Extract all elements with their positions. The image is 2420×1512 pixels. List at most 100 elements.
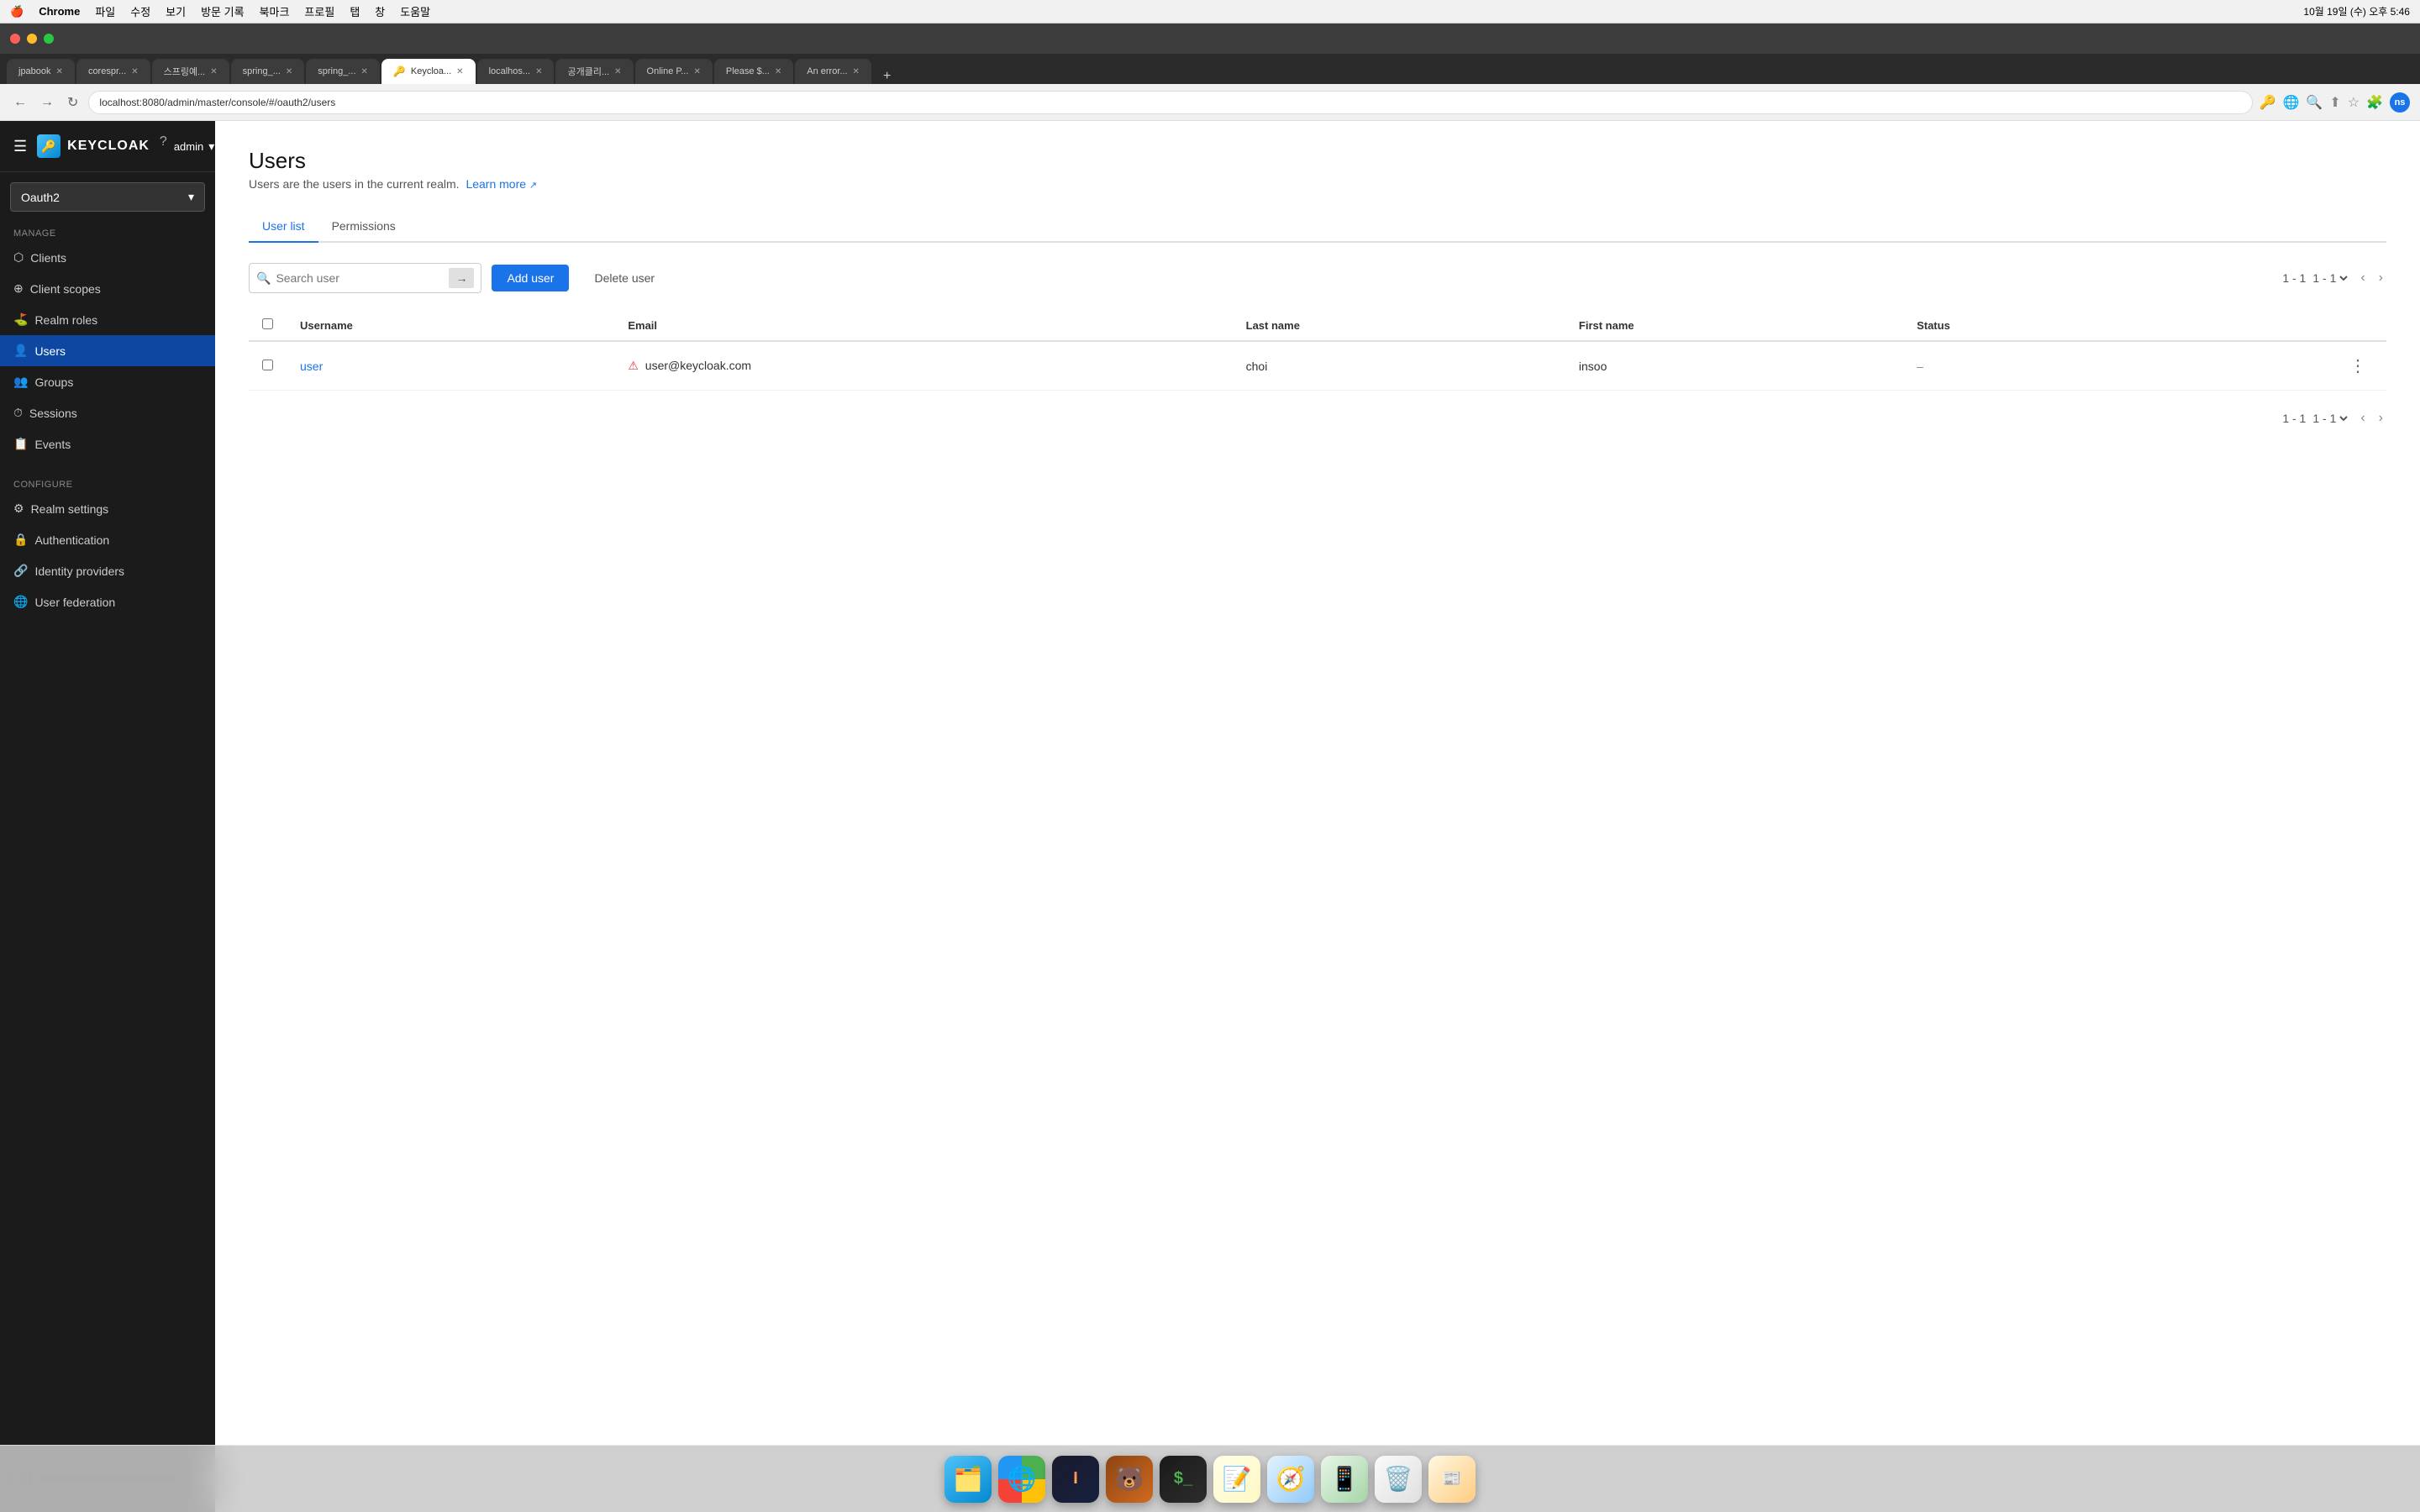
share-icon[interactable]: ⬆ [2329,94,2340,111]
back-button[interactable]: ← [10,92,30,113]
dock-item-finder[interactable]: 🗂️ [944,1456,992,1503]
tab-corespri[interactable]: corespr... ✕ [76,59,150,84]
hamburger-button[interactable]: ☰ [13,138,27,155]
tab-close-icon[interactable]: ✕ [535,67,542,76]
search-go-button[interactable]: → [449,268,474,288]
tab-spring3[interactable]: spring_... ✕ [306,59,380,84]
add-user-button[interactable]: Add user [492,265,569,291]
delete-user-button[interactable]: Delete user [579,265,670,291]
help-icon[interactable]: ? [160,134,167,158]
close-button[interactable] [10,34,20,44]
tab-close-icon[interactable]: ✕ [853,67,860,76]
app-name[interactable]: Chrome [39,5,80,18]
tab-public[interactable]: 공개클리... ✕ [555,59,633,84]
realm-selector[interactable]: Oauth2 ▾ [10,182,205,212]
search-icon[interactable]: 🔍 [2306,94,2323,111]
sidebar-item-sessions[interactable]: ⏱ Sessions [0,397,215,428]
dock-item-notes[interactable]: 📝 [1213,1456,1260,1503]
tab-keycloak[interactable]: 🔑 Keycloa... ✕ [381,59,476,84]
menu-file[interactable]: 파일 [95,3,115,19]
tab-label: spring_... [318,66,355,76]
menu-view[interactable]: 보기 [166,3,186,19]
identity-providers-icon: 🔗 [13,564,28,578]
tab-close-icon[interactable]: ✕ [131,67,138,76]
sidebar-item-identity-providers[interactable]: 🔗 Identity providers [0,555,215,586]
row-checkbox[interactable] [262,360,273,370]
tab-jpabook[interactable]: jpabook ✕ [7,59,75,84]
tab-close-icon[interactable]: ✕ [56,67,63,76]
dock-item-chrome[interactable]: 🌐 [998,1456,1045,1503]
tab-please[interactable]: Please $... ✕ [714,59,793,84]
pagination-prev-button[interactable]: ‹ [2357,267,2368,289]
tab-close-icon[interactable]: ✕ [693,67,700,76]
bottom-pagination-info: 1 - 1 1 - 1 [2282,411,2350,426]
learn-more-link[interactable]: Learn more ↗ [466,177,537,191]
new-tab-button[interactable]: + [876,69,897,84]
menu-bookmarks[interactable]: 북마크 [260,3,290,19]
dock-item-simulator[interactable]: 📱 [1321,1456,1368,1503]
maximize-button[interactable] [44,34,54,44]
minimize-button[interactable] [27,34,37,44]
toolbar: 🔍 → Add user Delete user 1 - 1 1 - 1 ‹ › [249,263,2386,293]
apple-menu[interactable]: 🍎 [10,5,24,18]
select-all-checkbox[interactable] [262,318,273,329]
menu-history[interactable]: 방문 기록 [201,3,244,19]
username-link[interactable]: user [300,360,323,373]
dock-item-intellij[interactable]: I [1052,1456,1099,1503]
menu-edit[interactable]: 수정 [130,3,150,19]
sidebar-item-users[interactable]: 👤 Users [0,335,215,366]
menu-profile[interactable]: 프로필 [304,3,334,19]
realm-settings-icon: ⚙ [13,501,24,516]
tab-localhost[interactable]: localhos... ✕ [477,59,555,84]
menu-window[interactable]: 창 [375,3,385,19]
email-warning-icon: ⚠ [628,359,639,372]
menu-help[interactable]: 도움말 [400,3,430,19]
search-input[interactable] [276,271,444,285]
tab-permissions[interactable]: Permissions [318,211,409,243]
sidebar-item-user-federation[interactable]: 🌐 User federation [0,586,215,617]
search-icon: 🔍 [256,271,271,286]
row-action-button[interactable]: ⋮ [2343,352,2373,380]
sidebar-item-client-scopes[interactable]: ⊕ Client scopes [0,273,215,304]
tab-close-icon[interactable]: ✕ [286,67,292,76]
bottom-pagination-next[interactable]: › [2375,407,2386,429]
sidebar-item-authentication[interactable]: 🔒 Authentication [0,524,215,555]
tab-user-list[interactable]: User list [249,211,318,243]
tab-close-icon[interactable]: ✕ [361,67,368,76]
tab-close-icon[interactable]: ✕ [456,67,463,76]
forward-button[interactable]: → [37,92,57,113]
tab-error[interactable]: An error... ✕ [795,59,871,84]
bottom-pagination-prev[interactable]: ‹ [2357,407,2368,429]
admin-user-header[interactable]: admin ▾ [174,134,214,158]
sidebar-item-groups[interactable]: 👥 Groups [0,366,215,397]
tab-spring1[interactable]: 스프링예... ✕ [152,59,229,84]
tab-label: Please $... [726,66,770,76]
sidebar-item-label: Events [34,438,71,451]
sidebar-item-clients[interactable]: ⬡ Clients [0,242,215,273]
pagination-next-button[interactable]: › [2375,267,2386,289]
bottom-pagination-dropdown[interactable]: 1 - 1 [2309,411,2350,426]
dock-item-terminal[interactable]: $_ [1160,1456,1207,1503]
admin-label: admin [174,140,203,153]
sidebar-item-events[interactable]: 📋 Events [0,428,215,459]
sidebar-item-realm-settings[interactable]: ⚙ Realm settings [0,493,215,524]
sidebar-item-realm-roles[interactable]: ⛳ Realm roles [0,304,215,335]
tab-close-icon[interactable]: ✕ [775,67,781,76]
tab-close-icon[interactable]: ✕ [614,67,621,76]
admin-dropdown-icon: ▾ [208,139,214,154]
dock-item-more[interactable]: 📰 [1428,1456,1476,1503]
extension-icon[interactable]: 🧩 [2366,94,2383,111]
dock-item-trash[interactable]: 🗑️ [1375,1456,1422,1503]
dock-item-bear[interactable]: 🐻 [1106,1456,1153,1503]
tab-online[interactable]: Online P... ✕ [635,59,713,84]
dock-item-safari[interactable]: 🧭 [1267,1456,1314,1503]
address-input[interactable] [88,91,2252,114]
pagination-dropdown[interactable]: 1 - 1 [2309,270,2350,286]
tab-spring2[interactable]: spring_... ✕ [231,59,305,84]
user-avatar-small[interactable]: ns [2390,92,2410,113]
menu-tab[interactable]: 탭 [350,3,360,19]
translate-icon[interactable]: 🌐 [2282,94,2299,111]
bookmark-icon[interactable]: ☆ [2348,94,2360,111]
reload-button[interactable]: ↻ [64,91,82,114]
tab-close-icon[interactable]: ✕ [210,67,217,76]
